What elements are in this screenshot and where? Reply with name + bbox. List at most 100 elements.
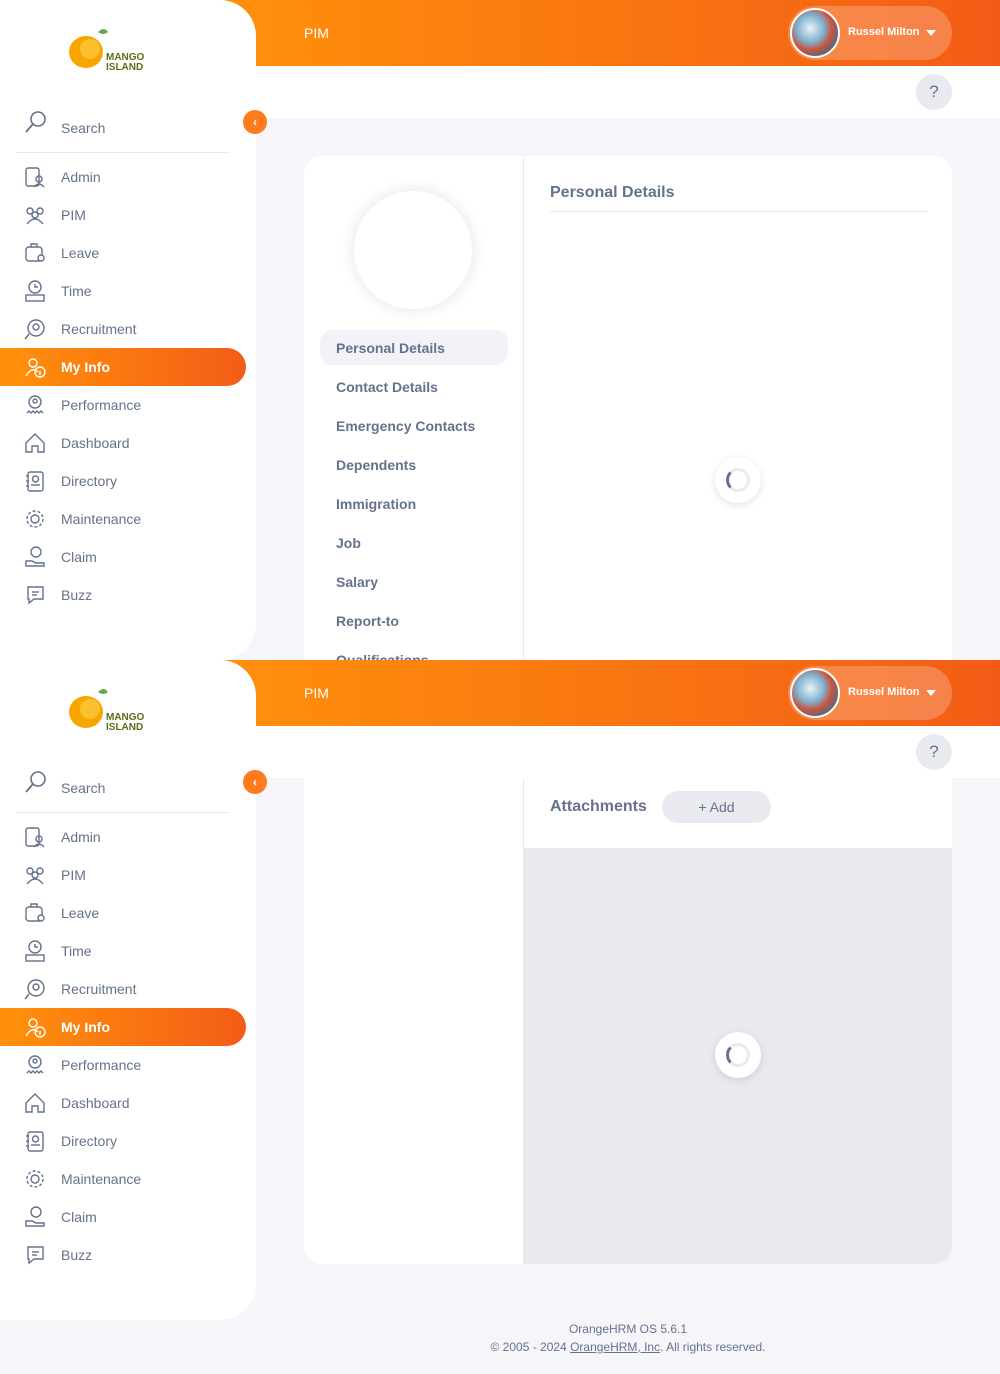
sidebar-item-pim[interactable]: PIM — [0, 856, 246, 894]
sidebar: MANGO ISLAND Search Admin PIM Leave Time… — [0, 0, 256, 660]
recruitment-icon — [24, 319, 45, 340]
chevron-down-icon — [926, 30, 936, 36]
pim-icon — [26, 867, 44, 885]
buzz-icon — [27, 1246, 44, 1265]
avatar — [790, 668, 840, 718]
user-name: Russel Milton — [848, 26, 920, 38]
tab-qualifications[interactable]: Qualifications — [320, 642, 508, 660]
collapse-sidebar-button[interactable]: ‹ — [243, 110, 267, 134]
sub-bar — [256, 66, 1000, 118]
sidebar-item-buzz[interactable]: Buzz — [0, 576, 246, 614]
buzz-icon — [27, 586, 44, 605]
directory-icon — [26, 1131, 44, 1152]
sidebar-item-maintenance[interactable]: Maintenance — [0, 1160, 246, 1198]
tab-dependents[interactable]: Dependents — [320, 447, 508, 482]
admin-icon — [25, 827, 45, 848]
tab-report-to[interactable]: Report-to — [320, 603, 508, 638]
divider — [550, 211, 928, 212]
claim-icon — [25, 1206, 45, 1227]
help-button[interactable]: ? — [916, 74, 952, 110]
main-menu: Admin PIM Leave Time Recruitment My Info… — [0, 818, 256, 1274]
add-attachment-button[interactable]: + Add — [662, 791, 771, 823]
sidebar-item-performance[interactable]: Performance — [0, 1046, 246, 1084]
sidebar-item-time[interactable]: Time — [0, 272, 246, 310]
sidebar-item-time[interactable]: Time — [0, 932, 246, 970]
brand-logo[interactable]: MANGO ISLAND — [62, 22, 162, 78]
my-info-icon — [25, 358, 46, 378]
copyright-text: © 2005 - 2024 OrangeHRM, Inc. All rights… — [490, 1340, 766, 1354]
sidebar-item-dashboard[interactable]: Dashboard — [0, 424, 246, 462]
pim-icon — [26, 207, 44, 225]
search-label: Search — [61, 780, 106, 796]
user-dropdown[interactable]: Russel Milton — [788, 666, 952, 720]
sidebar-item-my-info[interactable]: My Info — [0, 1008, 246, 1046]
sidebar-item-leave[interactable]: Leave — [0, 894, 246, 932]
my-info-icon — [25, 1018, 46, 1038]
sidebar-item-admin[interactable]: Admin — [0, 158, 246, 196]
claim-icon — [25, 546, 45, 567]
tab-emergency-contacts[interactable]: Emergency Contacts — [320, 408, 508, 443]
sidebar-item-dashboard[interactable]: Dashboard — [0, 1084, 246, 1122]
leave-icon — [25, 243, 45, 262]
avatar — [790, 8, 840, 58]
sidebar-search[interactable]: Search — [16, 106, 230, 153]
recruitment-icon — [24, 979, 45, 1000]
search-icon — [25, 111, 46, 133]
directory-icon — [26, 471, 44, 492]
chevron-down-icon — [926, 690, 936, 696]
attachments-title: Attachments — [550, 798, 647, 815]
search-label: Search — [61, 120, 106, 136]
sidebar-item-performance[interactable]: Performance — [0, 386, 246, 424]
tab-salary[interactable]: Salary — [320, 564, 508, 599]
sidebar-item-buzz[interactable]: Buzz — [0, 1236, 246, 1274]
main-menu: Admin PIM Leave Time Recruitment My Info… — [0, 158, 256, 614]
tab-immigration[interactable]: Immigration — [320, 486, 508, 521]
sidebar-item-pim[interactable]: PIM — [0, 196, 246, 234]
sidebar-item-claim[interactable]: Claim — [0, 538, 246, 576]
tab-job[interactable]: Job — [320, 525, 508, 560]
maintenance-icon — [26, 1170, 44, 1188]
logo-text-bottom: ISLAND — [106, 722, 143, 733]
sidebar-item-my-info[interactable]: My Info — [0, 348, 246, 386]
help-button[interactable]: ? — [916, 734, 952, 770]
logo-text-bottom: ISLAND — [106, 62, 143, 73]
sidebar-item-recruitment[interactable]: Recruitment — [0, 970, 246, 1008]
collapse-sidebar-button[interactable]: ‹ — [243, 770, 267, 794]
sidebar-item-leave[interactable]: Leave — [0, 234, 246, 272]
profile-tabs-panel: Personal Details Contact Details Emergen… — [304, 156, 524, 660]
loading-spinner — [715, 457, 761, 503]
brand-logo[interactable]: MANGO ISLAND — [62, 682, 162, 738]
user-dropdown[interactable]: Russel Milton — [788, 6, 952, 60]
tab-personal-details[interactable]: Personal Details — [320, 330, 508, 365]
module-title: PIM — [304, 685, 329, 701]
sidebar-item-directory[interactable]: Directory — [0, 462, 246, 500]
admin-icon — [25, 167, 45, 188]
tab-contact-details[interactable]: Contact Details — [320, 369, 508, 404]
sidebar-item-recruitment[interactable]: Recruitment — [0, 310, 246, 348]
footer: OrangeHRM OS 5.6.1 © 2005 - 2024 OrangeH… — [256, 1320, 1000, 1356]
sidebar-item-admin[interactable]: Admin — [0, 818, 246, 856]
module-title: PIM — [304, 25, 329, 41]
user-name: Russel Milton — [848, 686, 920, 698]
sidebar-item-claim[interactable]: Claim — [0, 1198, 246, 1236]
version-text: OrangeHRM OS 5.6.1 — [568, 1322, 688, 1336]
sidebar-search[interactable]: Search — [16, 766, 230, 813]
performance-icon — [26, 395, 44, 414]
time-icon — [25, 280, 45, 302]
sidebar-item-directory[interactable]: Directory — [0, 1122, 246, 1160]
maintenance-icon — [26, 510, 44, 528]
profile-tabs: Personal Details Contact Details Emergen… — [320, 330, 508, 660]
employee-photo[interactable] — [354, 191, 472, 309]
sub-bar — [256, 726, 1000, 778]
performance-icon — [26, 1055, 44, 1074]
company-link[interactable]: OrangeHRM, Inc — [570, 1340, 660, 1354]
search-icon — [25, 771, 46, 793]
screen-attachments: Attachments + Add PIM Russel Milton ? MA… — [0, 660, 1000, 1374]
sidebar-item-maintenance[interactable]: Maintenance — [0, 500, 246, 538]
leave-icon — [25, 903, 45, 922]
sidebar: MANGO ISLAND Search Admin PIM Leave Time… — [0, 660, 256, 1320]
loading-spinner — [715, 1032, 761, 1078]
employee-card: Personal Details Contact Details Emergen… — [304, 156, 952, 660]
dashboard-icon — [25, 1093, 45, 1113]
section-title: Personal Details — [550, 184, 675, 201]
